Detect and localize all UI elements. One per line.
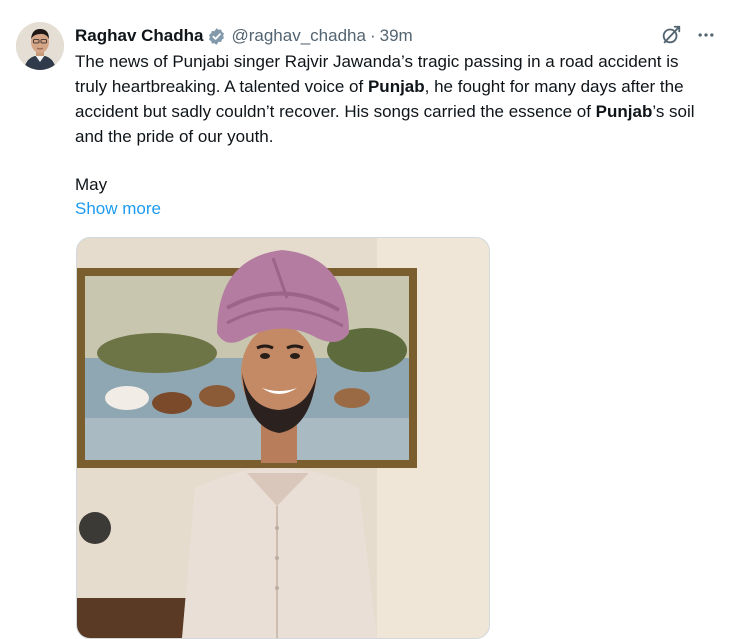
hashtag-punjab: Punjab: [367, 77, 425, 96]
tweet-header: Raghav Chadha @raghav_chadha · 39m: [75, 24, 716, 48]
author-name[interactable]: Raghav Chadha: [75, 26, 203, 46]
more-options-icon[interactable]: [696, 25, 716, 45]
verified-badge-icon: [207, 27, 226, 46]
header-actions: [660, 24, 716, 46]
author-handle[interactable]: @raghav_chadha: [231, 26, 365, 46]
show-more-link[interactable]: Show more: [75, 196, 161, 221]
tweet-text: The news of Punjabi singer Rajvir Jawand…: [75, 49, 715, 149]
tweet-timestamp[interactable]: 39m: [380, 26, 413, 46]
hashtag-punjab: Punjab: [595, 102, 653, 121]
author-avatar[interactable]: [16, 22, 64, 70]
tweet-photo[interactable]: [76, 237, 490, 639]
tweet[interactable]: Raghav Chadha @raghav_chadha · 39m The n…: [0, 0, 730, 639]
grok-icon[interactable]: [660, 24, 682, 46]
separator-dot: ·: [369, 26, 376, 45]
tweet-text-trailing: May: [75, 175, 108, 194]
